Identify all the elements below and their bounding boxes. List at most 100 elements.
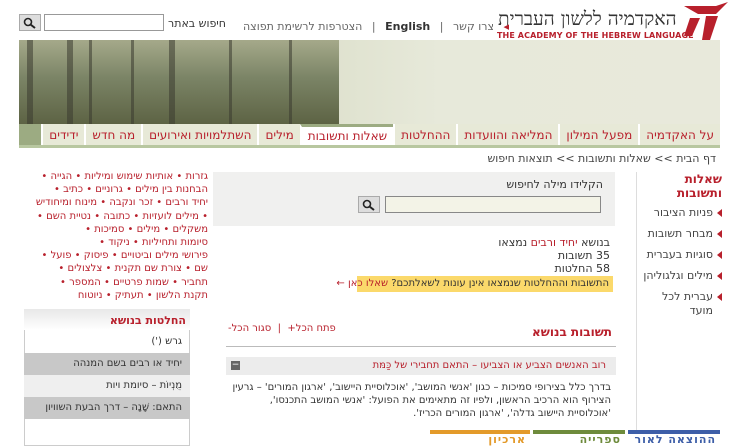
mailing-list-link[interactable]: הצטרפות לרשימת תפוצה xyxy=(243,20,362,33)
search-icon xyxy=(362,199,375,211)
tag-link[interactable]: הבחנות בין מילים xyxy=(135,184,208,195)
tag-separator: • xyxy=(97,197,110,209)
answer-item-body: בדרך כלל בצירופי סמיכות – כגון 'אנשי המו… xyxy=(232,382,611,419)
tag-link[interactable]: המספר xyxy=(69,277,101,288)
ask-notice: התשובות וההחלטות שנמצאו אינן עונות לשאלת… xyxy=(336,276,613,292)
tag-link[interactable]: צורת שם תקנית xyxy=(115,263,182,274)
footer-tab-label: ארכיון האקדמיה xyxy=(470,433,526,446)
sidebar-item-hebrew-holidays[interactable]: עברית לכל מועד xyxy=(640,290,722,318)
tag-separator: • xyxy=(54,184,64,196)
nav-item-dictionary[interactable]: מפעל המילון xyxy=(558,124,639,145)
footer-tab-library[interactable]: ספרייה xyxy=(533,430,625,446)
arrow-left-icon xyxy=(717,272,722,280)
tag-link[interactable]: סמיכות xyxy=(94,224,124,235)
tag-separator: • xyxy=(72,171,85,182)
expand-controls: פתח הכל+ | סגור הכל- xyxy=(228,323,336,334)
decision-row[interactable]: מֻנְיוֹת – סיומת ויות xyxy=(24,375,190,397)
footer-tab-publishing[interactable]: ההוצאה לאור xyxy=(628,430,720,446)
arrow-left-icon xyxy=(717,293,722,301)
results-summary: בנושא יחיד ורבים נמצאו 35 תשובות 58 החלט… xyxy=(480,236,610,275)
sidebar-item-words-origins[interactable]: מילים וגלגוליהן xyxy=(640,269,722,283)
site-search-button[interactable] xyxy=(19,14,41,31)
site-search-input[interactable] xyxy=(44,14,164,31)
tag-link[interactable]: צלצולים xyxy=(67,263,102,274)
tag-separator: • xyxy=(60,276,70,288)
sidebar-title[interactable]: שאלות ותשובות xyxy=(640,172,722,200)
tag-link[interactable]: מילים לועזיות xyxy=(142,211,198,222)
tag-link[interactable]: נטיית השם xyxy=(46,211,91,222)
notice-text: התשובות וההחלטות שנמצאו אינן עונות לשאלת… xyxy=(391,278,609,289)
tag-link[interactable]: פירושי מילים וביטויים xyxy=(121,250,208,261)
tag-link[interactable]: ניקוד xyxy=(108,237,130,248)
close-all-button[interactable]: סגור הכל- xyxy=(228,323,271,334)
english-link[interactable]: English xyxy=(385,20,430,33)
tag-separator: • xyxy=(122,184,136,196)
nav-item-events[interactable]: השתלמויות ואירועים xyxy=(141,124,258,145)
tag-link[interactable]: תקנת הלשון xyxy=(156,290,208,301)
tag-separator: • xyxy=(124,223,137,235)
breadcrumb[interactable]: דף הבית >> שאלות ותשובות >> תוצאות חיפוש xyxy=(488,152,717,165)
results-topic-prefix: בנושא xyxy=(581,236,610,249)
tag-separator: • xyxy=(83,184,96,196)
qa-search-label: הקלידו מילה לחיפוש xyxy=(506,178,603,191)
tag-link[interactable]: מילים xyxy=(137,224,161,235)
tag-link[interactable]: כתיב xyxy=(63,184,83,195)
site-title-english: THE ACADEMY OF THE HEBREW LANGUAGE xyxy=(497,31,694,40)
nav-item-words[interactable]: מילים xyxy=(257,124,300,145)
banner xyxy=(19,40,720,124)
tag-link[interactable]: גרוניים xyxy=(95,184,123,195)
tag-link[interactable]: זכר ונקבה xyxy=(109,197,153,208)
results-answers-count: 35 תשובות xyxy=(557,249,610,262)
open-all-button[interactable]: פתח הכל+ xyxy=(287,323,335,334)
nav-item-friends[interactable]: ידידים xyxy=(41,124,85,145)
nav-item-about[interactable]: על האקדמיה xyxy=(638,124,720,145)
top-links: ◂ צרו קשר | English | הצטרפות לרשימת תפו… xyxy=(243,20,510,33)
nav-item-plenum[interactable]: המליאה והוועדות xyxy=(456,124,559,145)
right-sidebar: שאלות ותשובות פניות הציבור מבחר תשובות ס… xyxy=(640,172,722,325)
right-column-divider xyxy=(636,172,637,440)
tag-link[interactable]: גזרות xyxy=(185,171,208,182)
tag-link[interactable]: פועל xyxy=(51,250,72,261)
tag-separator: • xyxy=(198,210,208,222)
tag-link[interactable]: כתובה xyxy=(103,211,130,222)
tag-link[interactable]: יחיד ורבים xyxy=(165,197,208,208)
banner-photo xyxy=(19,40,339,124)
tag-link[interactable]: ניוטוח xyxy=(78,290,103,301)
decision-row[interactable]: התאם: שָׁנָה – דרך הבעת השוויון xyxy=(24,397,190,419)
collapse-icon[interactable]: − xyxy=(231,361,240,370)
nav-underline xyxy=(19,145,720,148)
contact-link[interactable]: צרו קשר xyxy=(453,20,494,33)
tag-link[interactable]: שמות פרטיים xyxy=(113,277,169,288)
tag-link[interactable]: משקלים xyxy=(172,224,208,235)
sidebar-item-selected-answers[interactable]: מבחר תשובות xyxy=(640,227,722,241)
qa-search-button[interactable] xyxy=(358,196,380,213)
tag-link[interactable]: אותיות שימוש ומיליות xyxy=(84,171,173,182)
sidebar-item-public-inquiries[interactable]: פניות הציבור xyxy=(640,206,722,220)
ask-here-link[interactable]: שאלו כאן xyxy=(348,278,388,289)
footer-tab-label: ספרייה xyxy=(579,433,621,446)
results-decisions-count: 58 החלטות xyxy=(554,262,610,275)
tag-separator: • xyxy=(143,289,156,301)
nav-item-decisions[interactable]: ההחלטות xyxy=(393,124,457,145)
nav-item-news[interactable]: מה חדש xyxy=(84,124,142,145)
tag-separator: • xyxy=(102,263,115,275)
nav-item-qa[interactable]: שאלות ותשובות xyxy=(299,124,394,145)
decisions-panel-title: החלטות בנושא xyxy=(109,314,186,327)
tag-link[interactable]: תעתיק xyxy=(115,290,144,301)
qa-search-input[interactable] xyxy=(385,196,601,213)
tag-separator: • xyxy=(108,250,121,262)
tag-link[interactable]: מינוח ומיחודיש xyxy=(36,197,97,208)
sidebar-item-hebrew-issues[interactable]: סוגיות בעברית xyxy=(640,248,722,262)
tag-link[interactable]: שם xyxy=(194,263,208,274)
answer-item-title[interactable]: רוב האנשים הצביע או הצביעו – התאם תחבירי… xyxy=(250,360,606,371)
decision-row[interactable]: גרש (') xyxy=(24,331,190,353)
tag-link[interactable]: סיומות ותחיליות xyxy=(142,237,208,248)
tag-link[interactable]: תחביר xyxy=(181,277,208,288)
tag-separator: • xyxy=(129,237,142,249)
divider xyxy=(226,346,616,347)
tag-link[interactable]: הגייה xyxy=(51,171,73,182)
footer-tab-archive[interactable]: ארכיון האקדמיה xyxy=(430,430,530,446)
tag-separator: • xyxy=(173,171,186,182)
decision-row[interactable]: יחיד או רבים בשם המנהה xyxy=(24,353,190,375)
tag-link[interactable]: פיסוק xyxy=(84,250,109,261)
